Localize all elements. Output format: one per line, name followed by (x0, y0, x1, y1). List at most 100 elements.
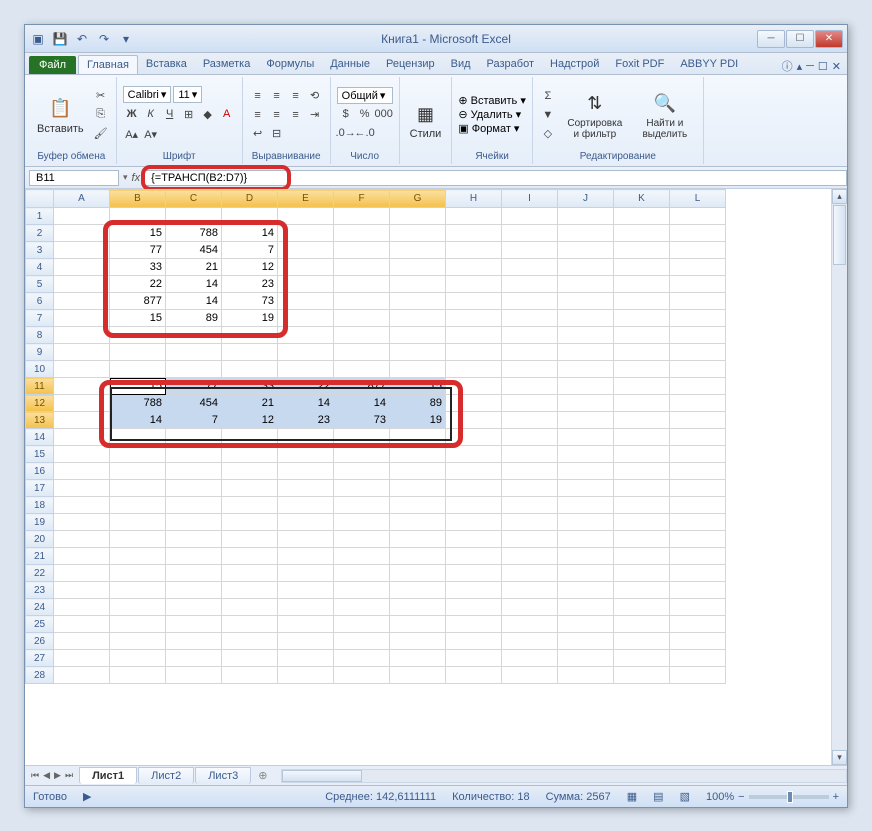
cell[interactable]: 14 (222, 225, 278, 242)
ribbon-help-icon[interactable]: ⓘ (782, 58, 793, 74)
cell[interactable]: 454 (166, 395, 222, 412)
scroll-down-icon[interactable]: ▾ (832, 750, 847, 765)
cell[interactable] (502, 667, 558, 684)
cell[interactable] (558, 395, 614, 412)
row-header[interactable]: 25 (26, 616, 54, 633)
cell[interactable] (446, 650, 502, 667)
row-header[interactable]: 2 (26, 225, 54, 242)
cell[interactable] (614, 446, 670, 463)
cell[interactable] (502, 208, 558, 225)
cell[interactable] (614, 565, 670, 582)
cell[interactable] (54, 582, 110, 599)
fill-color-button[interactable]: ◆ (199, 105, 217, 123)
cell[interactable]: 877 (334, 378, 390, 395)
hscroll-thumb[interactable] (282, 770, 362, 782)
cell[interactable] (278, 293, 334, 310)
cell[interactable] (446, 310, 502, 327)
cell[interactable] (446, 293, 502, 310)
cell[interactable] (166, 582, 222, 599)
ribbon-tab-рецензир[interactable]: Рецензир (378, 55, 443, 74)
align-top-button[interactable]: ≡ (249, 87, 267, 105)
cell[interactable] (502, 650, 558, 667)
cell[interactable] (614, 650, 670, 667)
cell[interactable] (670, 293, 726, 310)
cell[interactable] (166, 480, 222, 497)
cell[interactable] (502, 531, 558, 548)
cell[interactable] (502, 395, 558, 412)
cell[interactable] (54, 327, 110, 344)
insert-cells-button[interactable]: ⊕ Вставить ▾ (458, 94, 526, 107)
cell[interactable]: 89 (166, 310, 222, 327)
cell[interactable] (110, 446, 166, 463)
increase-decimal-button[interactable]: .0→ (337, 124, 355, 142)
row-header[interactable]: 12 (26, 395, 54, 412)
cell[interactable] (110, 633, 166, 650)
cell[interactable] (54, 667, 110, 684)
cell[interactable]: 454 (166, 242, 222, 259)
cell[interactable] (390, 531, 446, 548)
cell[interactable] (334, 344, 390, 361)
font-size-combo[interactable]: 11▾ (173, 86, 202, 103)
cell[interactable] (614, 242, 670, 259)
cell[interactable] (670, 344, 726, 361)
cell[interactable] (222, 429, 278, 446)
cell[interactable] (502, 344, 558, 361)
cell[interactable] (334, 361, 390, 378)
row-header[interactable]: 3 (26, 242, 54, 259)
cell[interactable] (334, 650, 390, 667)
minimize-button[interactable]: ─ (757, 30, 785, 48)
scroll-up-icon[interactable]: ▴ (832, 189, 847, 204)
cell[interactable] (110, 514, 166, 531)
row-header[interactable]: 26 (26, 633, 54, 650)
cell[interactable] (54, 378, 110, 395)
cell[interactable]: 15 (390, 378, 446, 395)
name-box[interactable]: B11 (29, 170, 119, 186)
cell[interactable] (670, 276, 726, 293)
ribbon-tab-вставка[interactable]: Вставка (138, 55, 195, 74)
cell[interactable] (278, 327, 334, 344)
cell[interactable] (54, 208, 110, 225)
cell[interactable] (278, 497, 334, 514)
cell[interactable] (558, 531, 614, 548)
cell[interactable] (222, 361, 278, 378)
cell[interactable] (558, 667, 614, 684)
cell[interactable] (446, 259, 502, 276)
cell[interactable] (278, 548, 334, 565)
cell[interactable] (110, 582, 166, 599)
cell[interactable] (614, 361, 670, 378)
cell[interactable] (502, 412, 558, 429)
cell[interactable] (446, 565, 502, 582)
view-normal-icon[interactable]: ▦ (627, 790, 637, 803)
cell[interactable]: 788 (166, 225, 222, 242)
cell[interactable] (558, 565, 614, 582)
cell[interactable] (502, 259, 558, 276)
cell[interactable] (334, 616, 390, 633)
cell[interactable] (390, 361, 446, 378)
cell[interactable] (670, 650, 726, 667)
cell[interactable] (446, 667, 502, 684)
cell[interactable] (334, 599, 390, 616)
cell[interactable] (446, 531, 502, 548)
cell[interactable] (334, 259, 390, 276)
row-header[interactable]: 4 (26, 259, 54, 276)
cell[interactable] (334, 208, 390, 225)
wrap-text-button[interactable]: ↩ (249, 125, 267, 143)
cell[interactable] (390, 242, 446, 259)
cell[interactable] (614, 480, 670, 497)
cell[interactable] (670, 633, 726, 650)
increase-font-button[interactable]: A▴ (123, 125, 141, 143)
row-header[interactable]: 23 (26, 582, 54, 599)
cell[interactable] (446, 497, 502, 514)
cell[interactable] (278, 531, 334, 548)
format-cells-button[interactable]: ▣ Формат ▾ (458, 122, 526, 135)
cell[interactable] (54, 361, 110, 378)
ribbon-tab-abbyy pdi[interactable]: ABBYY PDI (672, 55, 746, 74)
cell[interactable] (110, 650, 166, 667)
col-header[interactable]: G (390, 190, 446, 208)
ribbon-tab-разметка[interactable]: Разметка (195, 55, 259, 74)
cell[interactable] (390, 208, 446, 225)
cell[interactable] (614, 293, 670, 310)
col-header[interactable]: K (614, 190, 670, 208)
merge-button[interactable]: ⊟ (268, 125, 286, 143)
cell[interactable] (390, 480, 446, 497)
